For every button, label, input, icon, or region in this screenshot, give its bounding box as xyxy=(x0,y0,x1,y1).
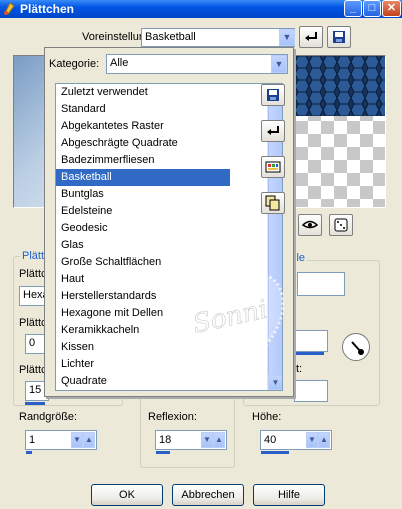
save-preset-icon[interactable] xyxy=(327,26,351,48)
dice-icon[interactable] xyxy=(329,214,353,236)
border-size-label: Randgröße: xyxy=(19,411,78,423)
light-angle-input[interactable] xyxy=(294,330,328,352)
tile-size-label: Plättc xyxy=(19,364,47,376)
cancel-button[interactable]: Abbrechen xyxy=(172,484,244,506)
border-size-stepper[interactable]: 1 ▼ ▲ xyxy=(25,430,97,454)
reflection-label: Reflexion: xyxy=(148,411,197,423)
light-angle-slider[interactable] xyxy=(294,352,324,355)
hexagon-tile-pattern xyxy=(295,56,385,116)
close-button[interactable]: ✕ xyxy=(382,0,401,17)
presets-dropdown[interactable]: Basketball xyxy=(141,28,295,47)
app-icon xyxy=(4,2,15,15)
chevron-down-icon[interactable]: ▼ xyxy=(201,432,213,448)
list-item[interactable]: Abgekantetes Raster xyxy=(56,118,230,135)
chevron-up-icon[interactable]: ▲ xyxy=(318,432,330,448)
category-dropdown[interactable]: Alle xyxy=(106,54,288,74)
chevron-down-icon[interactable]: ▼ xyxy=(271,55,287,73)
list-item[interactable]: Buntglas xyxy=(56,186,230,203)
reset-icon[interactable] xyxy=(261,120,285,142)
list-item[interactable]: Zuletzt verwendet xyxy=(56,84,230,101)
reflection-stepper[interactable]: 18 ▼ ▲ xyxy=(155,430,227,454)
minimize-button[interactable]: _ xyxy=(344,0,362,17)
save-icon[interactable] xyxy=(261,84,285,106)
tile-angle-label: Plättc xyxy=(19,317,47,329)
tile-size-value: 15 xyxy=(29,384,42,396)
result-preview xyxy=(294,55,386,208)
list-item[interactable]: Abgeschrägte Quadrate xyxy=(56,135,230,152)
height-stepper[interactable]: 40 ▼ ▲ xyxy=(260,430,332,454)
border-size-slider[interactable] xyxy=(26,451,32,454)
title-bar[interactable]: Plättchen _ □ ✕ xyxy=(0,0,402,18)
help-button[interactable]: Hilfe xyxy=(253,484,325,506)
list-item[interactable]: Badezimmerfliesen xyxy=(56,152,230,169)
chevron-up-icon[interactable]: ▲ xyxy=(83,432,95,448)
eye-icon[interactable] xyxy=(298,214,322,236)
presets-value: Basketball xyxy=(145,31,196,43)
tile-group-title: Plätt xyxy=(20,250,47,262)
list-item[interactable]: Standard xyxy=(56,101,230,118)
copy-icon[interactable] xyxy=(261,192,285,214)
height-label: Höhe: xyxy=(252,411,282,423)
chevron-down-icon[interactable]: ▼ xyxy=(71,432,83,448)
reflection-slider[interactable] xyxy=(156,451,170,454)
window-title: Plättchen xyxy=(20,2,75,16)
chevron-down-icon[interactable]: ▼ xyxy=(279,29,295,46)
chevron-down-icon[interactable]: ▼ xyxy=(306,432,318,448)
light-intensity-label: t: xyxy=(296,363,303,375)
list-item[interactable]: Basketball xyxy=(56,169,230,186)
height-value: 40 xyxy=(264,434,277,446)
light-color-swatch[interactable] xyxy=(297,272,345,296)
tile-type-label: Plättc xyxy=(19,268,47,280)
border-size-value: 1 xyxy=(29,434,36,446)
sonni-watermark: Sonni xyxy=(179,272,285,382)
chevron-up-icon[interactable]: ▲ xyxy=(213,432,225,448)
list-item[interactable]: Geodesic xyxy=(56,220,230,237)
palette-icon[interactable] xyxy=(261,156,285,178)
category-label: Kategorie: xyxy=(49,58,100,70)
reset-icon[interactable] xyxy=(299,26,323,48)
maximize-button[interactable]: □ xyxy=(363,0,381,17)
tile-angle-value: 0 xyxy=(29,337,36,349)
ok-button[interactable]: OK xyxy=(91,484,163,506)
list-item[interactable]: Edelsteine xyxy=(56,203,230,220)
height-slider[interactable] xyxy=(261,451,289,454)
reflection-value: 18 xyxy=(159,434,172,446)
light-group-title: lle xyxy=(292,252,308,264)
light-intensity-input[interactable] xyxy=(294,380,328,402)
tile-size-slider[interactable] xyxy=(25,402,45,405)
direction-dial-icon[interactable] xyxy=(342,333,370,361)
category-value: Alle xyxy=(110,57,129,69)
